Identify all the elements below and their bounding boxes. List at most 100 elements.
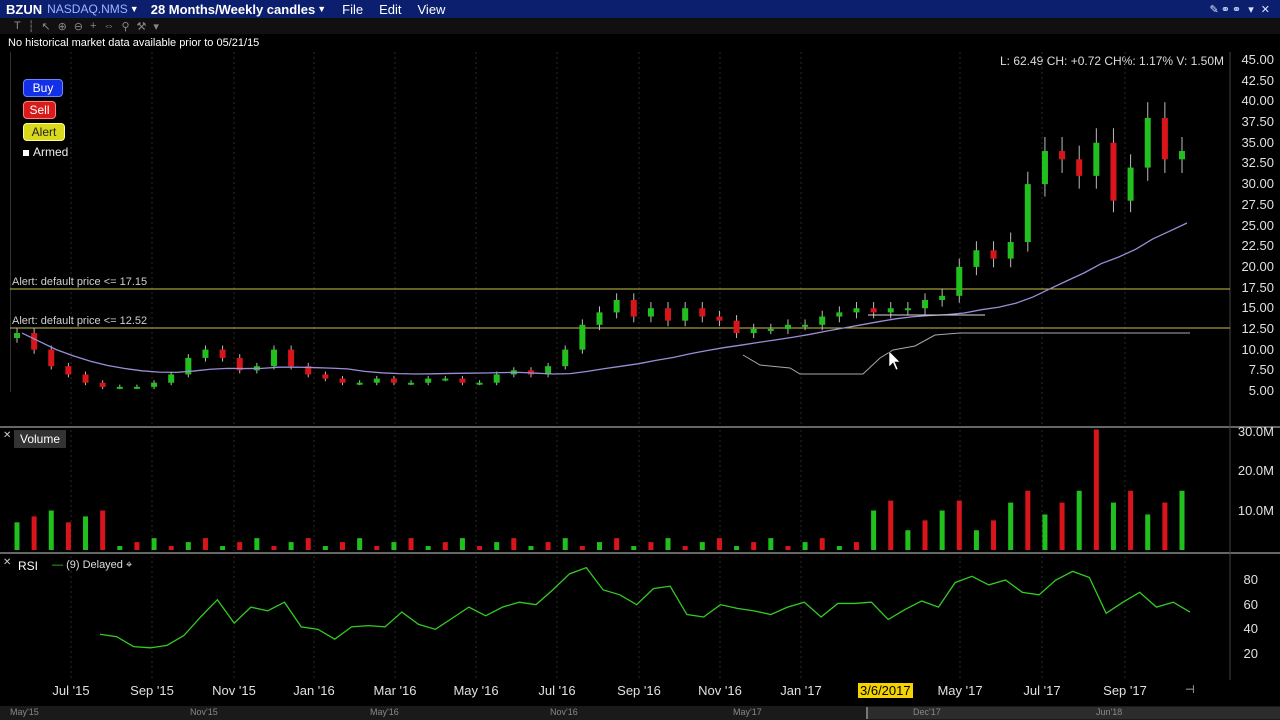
sell-button[interactable]: Sell xyxy=(23,101,56,119)
rsi-collapse-icon[interactable]: ✕ xyxy=(3,557,11,568)
candle-body xyxy=(956,266,963,296)
price-tick-label: 17.50 xyxy=(1241,279,1274,295)
chart-canvas[interactable] xyxy=(0,0,1280,720)
alert-button[interactable]: Alert xyxy=(23,123,65,141)
volume-bar xyxy=(819,538,825,550)
volume-bar xyxy=(305,538,311,550)
candle-body xyxy=(647,308,654,317)
candle-body xyxy=(1110,142,1117,201)
date-tick-label: Jul '15 xyxy=(52,683,90,698)
candle-body xyxy=(65,366,72,375)
candle-body xyxy=(562,349,569,367)
rsi-tick-label: 80 xyxy=(1243,572,1258,587)
volume-bar xyxy=(905,530,911,550)
volume-bars xyxy=(14,429,1185,550)
rsi-panel-label[interactable]: RSI xyxy=(18,559,38,573)
volume-bar xyxy=(682,546,688,550)
volume-bar xyxy=(100,510,106,550)
candle-body xyxy=(48,349,55,367)
secondary-indicator-line xyxy=(742,332,1190,375)
candle-body xyxy=(665,308,672,321)
candle-body xyxy=(716,316,723,321)
price-tick-label: 22.50 xyxy=(1241,238,1274,254)
volume-bar xyxy=(168,546,174,550)
date-axis-arrow-icon[interactable]: ⊣ xyxy=(1185,683,1195,696)
price-tick-label: 30.00 xyxy=(1241,176,1274,192)
volume-bar xyxy=(768,538,774,550)
candle-body xyxy=(116,386,123,389)
volume-bar xyxy=(871,510,877,550)
volume-bar xyxy=(31,516,37,550)
volume-bar xyxy=(271,546,277,550)
candle-body xyxy=(1127,167,1134,201)
candle-body xyxy=(288,349,295,367)
price-tick-label: 5.00 xyxy=(1248,383,1274,398)
candle-body xyxy=(1161,117,1168,160)
buy-button[interactable]: Buy xyxy=(23,79,63,97)
candle-body xyxy=(802,324,809,327)
price-tick-label: 25.00 xyxy=(1241,217,1274,233)
volume-bar xyxy=(939,510,945,550)
candle-body xyxy=(767,328,774,331)
volume-bar xyxy=(751,542,757,550)
price-tick-label: 7.50 xyxy=(1248,362,1274,378)
volume-bar xyxy=(322,546,328,550)
volume-collapse-icon[interactable]: ✕ xyxy=(3,430,11,441)
candle-body xyxy=(1007,242,1014,259)
candle-body xyxy=(973,250,980,267)
volume-bar xyxy=(254,538,260,550)
volume-bar xyxy=(391,542,397,550)
scrollbar-date-label: Jun'18 xyxy=(1096,707,1123,717)
volume-bar xyxy=(1059,502,1065,550)
volume-bar xyxy=(408,538,414,550)
armed-toggle[interactable]: Armed xyxy=(23,145,68,159)
mouse-cursor-icon xyxy=(888,350,901,371)
volume-bar xyxy=(202,538,208,550)
volume-bar xyxy=(1179,490,1185,550)
candle-body xyxy=(1144,117,1151,168)
candle-body xyxy=(904,308,911,311)
price-tick-label: 12.50 xyxy=(1241,320,1274,336)
scrollbar-date-label: Nov'16 xyxy=(550,707,578,717)
alert-label-12-52[interactable]: Alert: default price <= 12.52 xyxy=(12,315,147,327)
volume-bar xyxy=(1042,514,1048,550)
candle-body xyxy=(784,324,791,329)
candle-body xyxy=(339,378,346,383)
candle-body xyxy=(14,333,20,339)
volume-bar xyxy=(648,542,654,550)
volume-panel-label[interactable]: Volume xyxy=(14,430,67,448)
candle-body xyxy=(750,328,757,334)
armed-checkbox[interactable] xyxy=(23,149,29,156)
candle-body xyxy=(1076,159,1083,176)
volume-bar xyxy=(597,542,602,550)
volume-bar xyxy=(699,542,705,550)
rsi-tick-label: 60 xyxy=(1243,596,1258,612)
volume-bar xyxy=(734,546,740,550)
candle-body xyxy=(990,250,997,259)
candle-body xyxy=(819,316,826,325)
rsi-params[interactable]: — (9) Delayed ⌖ xyxy=(52,559,132,572)
volume-tick-label: 30.0M xyxy=(1237,423,1274,439)
volume-bar xyxy=(1145,514,1151,550)
date-tick-label: Jan '16 xyxy=(293,683,335,698)
candle-body xyxy=(202,349,209,358)
volume-tick-label: 20.0M xyxy=(1237,463,1274,478)
date-tick-label: Sep '17 xyxy=(1103,683,1147,698)
candle-body xyxy=(82,374,89,383)
scrollbar-date-label: Nov'15 xyxy=(190,707,218,717)
volume-bar xyxy=(562,538,568,550)
alert-label-17-15[interactable]: Alert: default price <= 17.15 xyxy=(12,276,147,288)
volume-bar xyxy=(220,546,226,550)
volume-bar xyxy=(802,542,808,550)
volume-bar xyxy=(511,538,517,550)
candle-body xyxy=(151,382,158,387)
candle-body xyxy=(459,378,466,383)
volume-bar xyxy=(83,516,89,550)
price-tick-label: 15.00 xyxy=(1241,300,1274,316)
date-tick-label: Jul '16 xyxy=(538,683,576,698)
rsi-tick-label: 20 xyxy=(1243,646,1258,661)
volume-bar xyxy=(665,538,671,550)
candle-body xyxy=(31,333,38,350)
volume-bar xyxy=(922,520,928,550)
candle-body xyxy=(99,382,106,387)
